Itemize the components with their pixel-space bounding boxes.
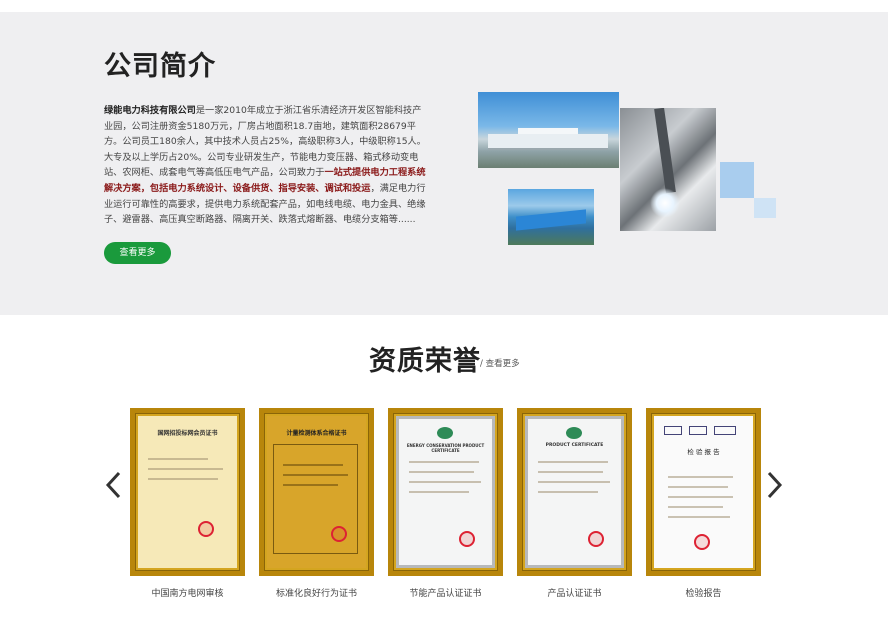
decor-square	[720, 162, 754, 198]
chevron-left-icon[interactable]	[104, 470, 124, 500]
about-photo-collage	[478, 92, 778, 245]
qualification-more-link[interactable]: / 查看更多	[480, 357, 520, 369]
certificate-heading: 检 验 报 告	[687, 448, 720, 456]
chevron-right-icon[interactable]	[764, 470, 784, 500]
factory-aerial-photo	[478, 92, 619, 168]
certificate-card[interactable]: ENERGY CONSERVATION PRODUCT CERTIFICATE	[388, 408, 503, 576]
company-name: 绿能电力科技有限公司	[104, 105, 196, 116]
certificate-image: 检 验 报 告	[654, 416, 753, 568]
certificate-card[interactable]: 检 验 报 告	[646, 408, 761, 576]
qualification-title: 资质荣誉	[369, 346, 481, 377]
certificate-image: ENERGY CONSERVATION PRODUCT CERTIFICATE	[396, 416, 495, 568]
certificate-label[interactable]: 产品认证证书	[517, 586, 632, 599]
certificate-label[interactable]: 标准化良好行为证书	[259, 586, 374, 599]
certificate-card[interactable]: PRODUCT CERTIFICATE	[517, 408, 632, 576]
certificate-card[interactable]: 国网招投标网会员证书	[130, 408, 245, 576]
about-title: 公司简介	[104, 51, 216, 82]
certificate-heading: 国网招投标网会员证书	[157, 430, 218, 437]
certificate-image: 计量检测体系合格证书	[267, 416, 366, 568]
certificate-heading: 计量检测体系合格证书	[286, 430, 347, 437]
decor-square-small	[754, 198, 776, 218]
about-description: 绿能电力科技有限公司是一家2010年成立于浙江省乐清经济开发区智能科技产业园，公…	[104, 103, 430, 228]
certificate-card[interactable]: 计量检测体系合格证书	[259, 408, 374, 576]
certificate-label[interactable]: 节能产品认证证书	[388, 586, 503, 599]
about-more-button[interactable]: 查看更多	[104, 242, 171, 264]
certificate-label[interactable]: 检验报告	[646, 586, 761, 599]
certificate-heading: ENERGY CONSERVATION PRODUCT CERTIFICATE	[406, 443, 485, 453]
factory-building-photo	[508, 189, 594, 245]
about-section: 公司简介 绿能电力科技有限公司是一家2010年成立于浙江省乐清经济开发区智能科技…	[0, 12, 888, 315]
welding-machine-photo	[620, 108, 716, 231]
certificate-label[interactable]: 中国南方电网审核	[130, 586, 245, 599]
certificate-heading: PRODUCT CERTIFICATE	[545, 443, 604, 448]
certificate-image: PRODUCT CERTIFICATE	[525, 416, 624, 568]
certificate-image: 国网招投标网会员证书	[138, 416, 237, 568]
